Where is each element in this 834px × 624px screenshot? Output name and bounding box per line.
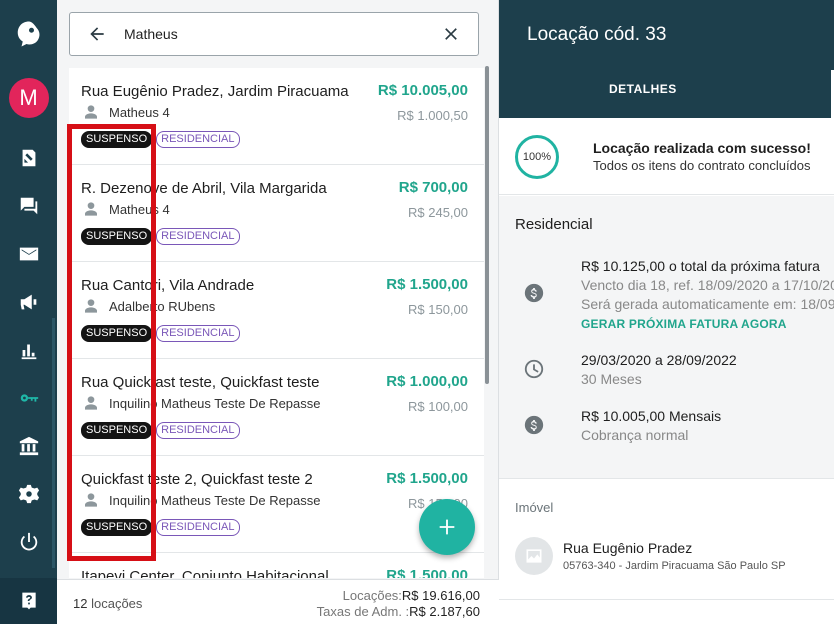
dollar-icon — [524, 415, 544, 435]
type-badge: RESIDENCIAL — [156, 325, 240, 342]
property-section[interactable]: Imóvel Rua Eugênio Pradez 05763-340 - Ja… — [499, 480, 834, 600]
count-value: 12 — [73, 596, 88, 611]
back-arrow-icon[interactable] — [70, 24, 124, 44]
megaphone-icon[interactable] — [0, 280, 57, 324]
person-icon — [85, 105, 97, 119]
type-badge: RESIDENCIAL — [156, 422, 240, 439]
page-title: Locação cód. 33 — [527, 24, 667, 45]
property-address: Rua Eugênio Pradez — [563, 540, 693, 556]
rental-fee: R$ 100,00 — [408, 399, 468, 414]
property-location: 05763-340 - Jardim Piracuama São Paulo S… — [563, 560, 786, 572]
rental-price: R$ 1.000,00 — [386, 373, 468, 390]
avatar-button[interactable]: M — [0, 76, 57, 120]
key-icon[interactable] — [0, 376, 57, 420]
rental-price: R$ 1.500,00 — [386, 567, 468, 578]
locacoes-label: Locações: — [342, 588, 402, 603]
detail-header: Locação cód. 33 DETALHES — [499, 0, 834, 118]
rental-price: R$ 10.005,00 — [377, 82, 468, 99]
period-length: 30 Meses — [581, 371, 642, 387]
tenant: Matheus 4 — [83, 104, 170, 120]
rental-detail-panel: Locação cód. 33 DETALHES 100% Locação re… — [499, 0, 834, 624]
type-badge: RESIDENCIAL — [156, 131, 240, 148]
rental-price: R$ 700,00 — [398, 179, 468, 196]
section-title: Residencial — [515, 216, 593, 233]
gear-icon[interactable] — [0, 472, 57, 516]
clock-icon — [524, 359, 544, 379]
period-dates: 29/03/2020 a 28/09/2022 — [581, 352, 737, 368]
power-icon[interactable] — [0, 520, 57, 564]
type-badge: RESIDENCIAL — [156, 519, 240, 536]
count-label: locações — [91, 596, 143, 611]
rental-price: R$ 1.500,00 — [386, 470, 468, 487]
success-title: Locação realizada com sucesso! — [593, 140, 811, 156]
invoice-auto: Será gerada automaticamente em: 18/09/20… — [581, 296, 834, 312]
generate-invoice-link[interactable]: GERAR PRÓXIMA FATURA AGORA — [581, 317, 787, 331]
bank-icon[interactable] — [0, 424, 57, 468]
rental-fee: R$ 245,00 — [408, 205, 468, 220]
nav-scrollbar[interactable] — [52, 318, 55, 568]
locacoes-value: R$ 19.616,00 — [401, 588, 480, 603]
image-icon — [515, 537, 553, 575]
search-input[interactable] — [124, 26, 424, 42]
tenant-name: Matheus 4 — [109, 104, 170, 120]
taxas-value: R$ 2.187,60 — [409, 604, 480, 619]
rental-fee: R$ 150,00 — [408, 302, 468, 317]
chat-icon[interactable] — [0, 184, 57, 228]
rental-address: Itapevi Center, Conjunto Habitacional — [81, 568, 329, 578]
tab-detalhes[interactable]: DETALHES — [609, 82, 677, 96]
close-icon[interactable] — [424, 24, 478, 44]
type-badge: RESIDENCIAL — [156, 228, 240, 245]
add-rental-button[interactable] — [419, 499, 475, 555]
contract-section: Residencial R$ 10.125,00 o total da próx… — [499, 196, 834, 479]
success-banner: 100% Locação realizada com sucesso! Todo… — [499, 118, 834, 195]
search-bar — [69, 12, 479, 56]
billing-type: Cobrança normal — [581, 427, 689, 443]
status-highlight-box — [67, 124, 156, 561]
rentals-count: 12 locações — [73, 596, 142, 611]
totals: Locações:R$ 19.616,00 Taxas de Adm. :R$ … — [317, 588, 480, 620]
avatar: M — [8, 78, 49, 118]
rent-amount: R$ 10.005,00 Mensais — [581, 408, 722, 424]
list-footer: 12 locações Locações:R$ 19.616,00 Taxas … — [57, 579, 499, 624]
invoice-due: Vencto dia 18, ref. 18/09/2020 a 17/10/2… — [581, 277, 834, 293]
property-title: Imóvel — [515, 500, 554, 515]
help-icon[interactable] — [0, 578, 57, 624]
logo-icon[interactable] — [0, 12, 57, 56]
rental-fee: R$ 1.000,50 — [397, 108, 468, 123]
nav-rail: M — [0, 0, 57, 624]
chart-icon[interactable] — [0, 328, 57, 372]
taxas-label: Taxas de Adm. : — [316, 604, 410, 619]
rental-address: Rua Eugênio Pradez, Jardim Piracuama — [81, 83, 349, 100]
progress-ring: 100% — [515, 135, 559, 179]
dollar-icon — [524, 283, 544, 303]
list-scrollbar[interactable] — [485, 66, 489, 384]
mail-icon[interactable] — [0, 232, 57, 276]
invoice-total: R$ 10.125,00 o total da próxima fatura — [581, 258, 820, 274]
edit-icon[interactable] — [0, 136, 57, 180]
success-subtitle: Todos os itens do contrato concluídos — [593, 158, 811, 173]
plus-icon — [439, 519, 455, 535]
rental-price: R$ 1.500,00 — [386, 276, 468, 293]
